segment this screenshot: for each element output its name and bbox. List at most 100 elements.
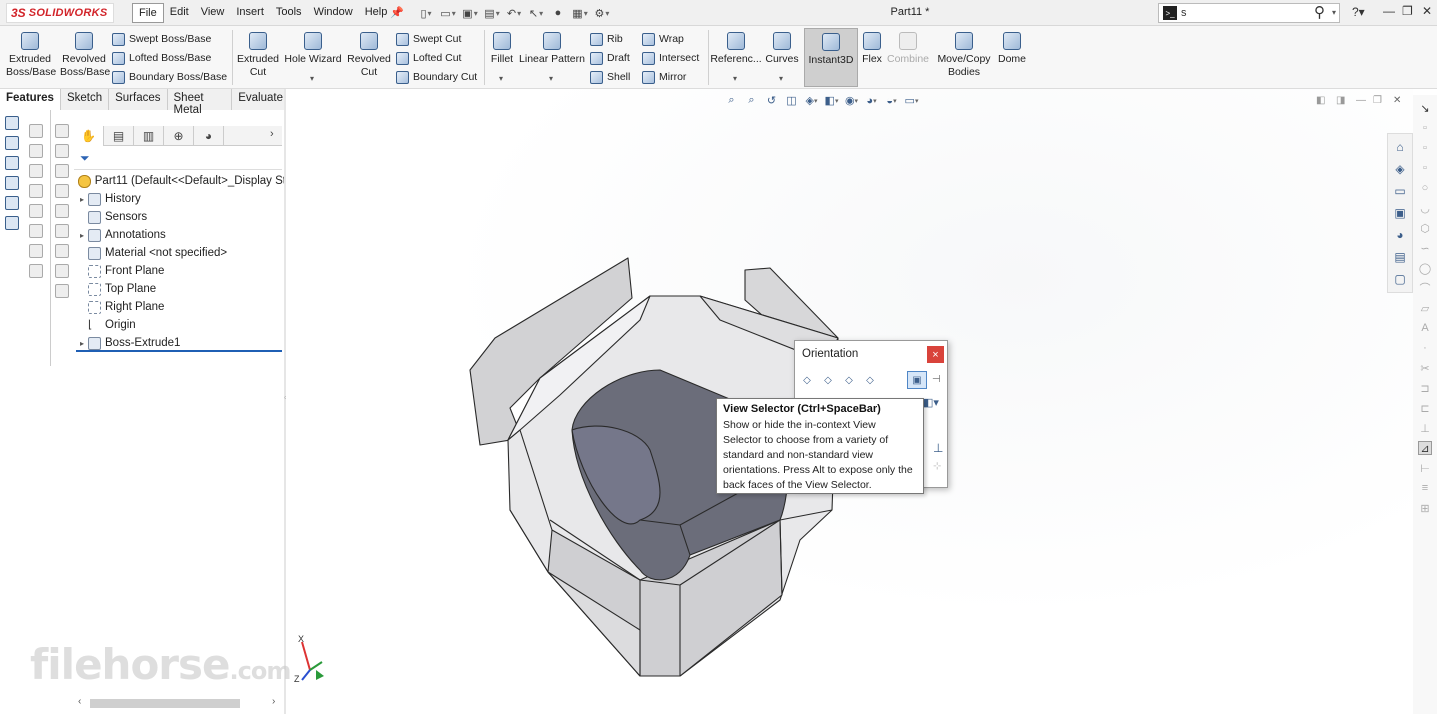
view-icon[interactable] xyxy=(55,184,69,198)
dimension-icon[interactable] xyxy=(29,164,43,178)
property-manager-tab-icon[interactable]: ▤ xyxy=(104,126,134,146)
solidworks-logo[interactable]: 3S SOLIDWORKS xyxy=(6,3,114,23)
home-icon[interactable]: ⌂ xyxy=(1392,139,1408,155)
restore-icon[interactable]: ❐ xyxy=(1402,4,1413,18)
save-icon[interactable]: ▣ xyxy=(462,5,478,21)
scrollbar-thumb[interactable] xyxy=(90,699,240,708)
print-icon[interactable]: ▤ xyxy=(484,5,500,21)
filter-icon[interactable]: ⏷ xyxy=(80,151,90,166)
apply-scene-icon[interactable]: ◒ xyxy=(884,93,899,108)
zoom-to-fit-icon[interactable]: ⌕ xyxy=(724,93,739,108)
view-orient-1-icon[interactable]: ◇ xyxy=(799,373,815,387)
ellipse-icon[interactable]: ◯ xyxy=(1418,261,1432,275)
display-manager-tab-icon[interactable]: ◕ xyxy=(194,126,224,146)
arc-icon[interactable]: ◡ xyxy=(1418,201,1432,215)
feature-icon[interactable] xyxy=(5,116,19,130)
link-views-icon[interactable]: ⊹ xyxy=(933,461,941,472)
combine-button[interactable]: Combine xyxy=(886,32,930,66)
boundary-boss-button[interactable]: Boundary Boss/Base xyxy=(112,69,227,85)
annotation-icon[interactable] xyxy=(29,124,43,138)
view-selector-button[interactable]: ▣ xyxy=(907,371,927,389)
paste-icon[interactable] xyxy=(55,144,69,158)
search-dropdown-icon[interactable]: ▾ xyxy=(1332,8,1336,17)
plane-sketch-icon[interactable]: ▱ xyxy=(1418,301,1432,315)
offset-icon[interactable]: ⊏ xyxy=(1418,401,1432,415)
extruded-boss-button[interactable]: Extruded Boss/Base xyxy=(6,32,56,79)
trim-icon[interactable]: ✂ xyxy=(1418,361,1432,375)
fillet-sketch-icon[interactable]: ⌒ xyxy=(1418,281,1432,295)
reference-dropdown-icon[interactable]: ▾ xyxy=(733,74,737,83)
menu-help[interactable]: Help xyxy=(359,3,394,23)
tree-root-part[interactable]: Part11 (Default<<Default>_Display St xyxy=(76,172,286,190)
tab-surfaces[interactable]: Surfaces xyxy=(109,89,168,110)
viewport-close-icon[interactable]: ✕ xyxy=(1393,95,1401,106)
draft-button[interactable]: Draft xyxy=(590,50,630,66)
move-copy-bodies-button[interactable]: Move/Copy Bodies xyxy=(934,32,994,79)
tree-filter-row[interactable]: ⏷ xyxy=(74,148,282,170)
tab-sheet-metal[interactable]: Sheet Metal xyxy=(168,89,233,116)
orientation-pin-icon[interactable]: ⊣ xyxy=(932,374,941,385)
normal-to-icon[interactable]: ⊥ xyxy=(933,441,943,455)
flex-button[interactable]: Flex xyxy=(860,32,884,66)
shape-icon[interactable] xyxy=(5,196,19,210)
viewport-tile-icon[interactable]: ◧ xyxy=(1316,95,1325,106)
fillet-dropdown-icon[interactable]: ▾ xyxy=(499,74,503,83)
rollback-bar[interactable] xyxy=(76,350,282,352)
tree-item-annotations[interactable]: ▸ Annotations xyxy=(76,226,286,244)
file-properties-icon[interactable]: ▦ xyxy=(572,5,588,21)
isometric-view-icon[interactable]: ◧▾ xyxy=(923,396,939,409)
tolerance-icon[interactable] xyxy=(29,244,43,258)
tree-horizontal-scrollbar[interactable]: ‹ › xyxy=(76,696,282,710)
mirror-sketch-icon[interactable]: ⊥ xyxy=(1418,421,1432,435)
minimize-icon[interactable]: — xyxy=(1383,4,1395,18)
convert-icon[interactable]: ⊐ xyxy=(1418,381,1432,395)
wrap-button[interactable]: Wrap xyxy=(642,31,684,47)
polygon-icon[interactable]: ⬡ xyxy=(1418,221,1432,235)
new-document-icon[interactable]: ▯ xyxy=(418,5,434,21)
hole-wizard-dropdown-icon[interactable]: ▾ xyxy=(310,74,314,83)
search-commands-box[interactable]: >_ s xyxy=(1158,3,1340,23)
fillet-button[interactable]: Fillet xyxy=(488,32,516,66)
tree-item-origin[interactable]: ⌊ Origin xyxy=(76,316,286,334)
linear-pattern-button[interactable]: Linear Pattern xyxy=(518,32,586,66)
close-icon[interactable]: ✕ xyxy=(1422,4,1432,18)
instant3d-button[interactable]: Instant3D xyxy=(804,28,858,87)
line-icon[interactable]: ▫ xyxy=(1418,121,1432,135)
expand-icon[interactable]: ▸ xyxy=(76,195,88,204)
view-settings-icon[interactable]: ▭ xyxy=(904,93,919,108)
rectangle-icon[interactable]: ▫ xyxy=(1418,141,1432,155)
dimxpert-tab-icon[interactable]: ⊕ xyxy=(164,126,194,146)
menu-file[interactable]: File xyxy=(132,3,164,23)
scroll-right-icon[interactable]: › xyxy=(272,696,275,707)
view-palette-icon[interactable]: ▣ xyxy=(1392,205,1408,221)
expand-icon[interactable]: ▸ xyxy=(76,231,88,240)
swept-cut-button[interactable]: Swept Cut xyxy=(396,31,461,47)
custom-properties-icon[interactable]: ▤ xyxy=(1392,249,1408,265)
weld-icon[interactable] xyxy=(29,264,43,278)
mirror-button[interactable]: Mirror xyxy=(642,69,686,85)
pin-menu-icon[interactable]: 📌 xyxy=(390,6,404,19)
search-input[interactable]: s xyxy=(1181,7,1187,19)
menu-view[interactable]: View xyxy=(195,3,231,23)
tree-item-material[interactable]: Material <not specified> xyxy=(76,244,286,262)
previous-view-icon[interactable]: ↺ xyxy=(764,93,779,108)
relation-icon[interactable]: ⊢ xyxy=(1418,461,1432,475)
hide-show-items-icon[interactable]: ◉ xyxy=(844,93,859,108)
revolved-boss-button[interactable]: Revolved Boss/Base xyxy=(60,32,110,79)
hole-wizard-button[interactable]: Hole Wizard xyxy=(284,32,342,66)
extruded-cut-button[interactable]: Extruded Cut xyxy=(235,32,281,79)
view-orient-3-icon[interactable]: ◇ xyxy=(841,373,857,387)
dome-button[interactable]: Dome xyxy=(996,32,1028,66)
expand-icon[interactable]: ▸ xyxy=(76,339,88,348)
viewport-minimize-icon[interactable]: — xyxy=(1356,95,1366,106)
tree-item-sensors[interactable]: Sensors xyxy=(76,208,286,226)
intersect-button[interactable]: Intersect xyxy=(642,50,699,66)
menu-tools[interactable]: Tools xyxy=(270,3,308,23)
symbol-icon[interactable] xyxy=(29,184,43,198)
tab-features[interactable]: Features xyxy=(0,89,61,110)
rib-button[interactable]: Rib xyxy=(590,31,623,47)
save-views-icon[interactable] xyxy=(55,264,69,278)
instant2d-icon[interactable]: ⊿ xyxy=(1418,441,1432,455)
curves-dropdown-icon[interactable]: ▾ xyxy=(779,74,783,83)
help-icon[interactable]: ?▾ xyxy=(1352,5,1365,19)
